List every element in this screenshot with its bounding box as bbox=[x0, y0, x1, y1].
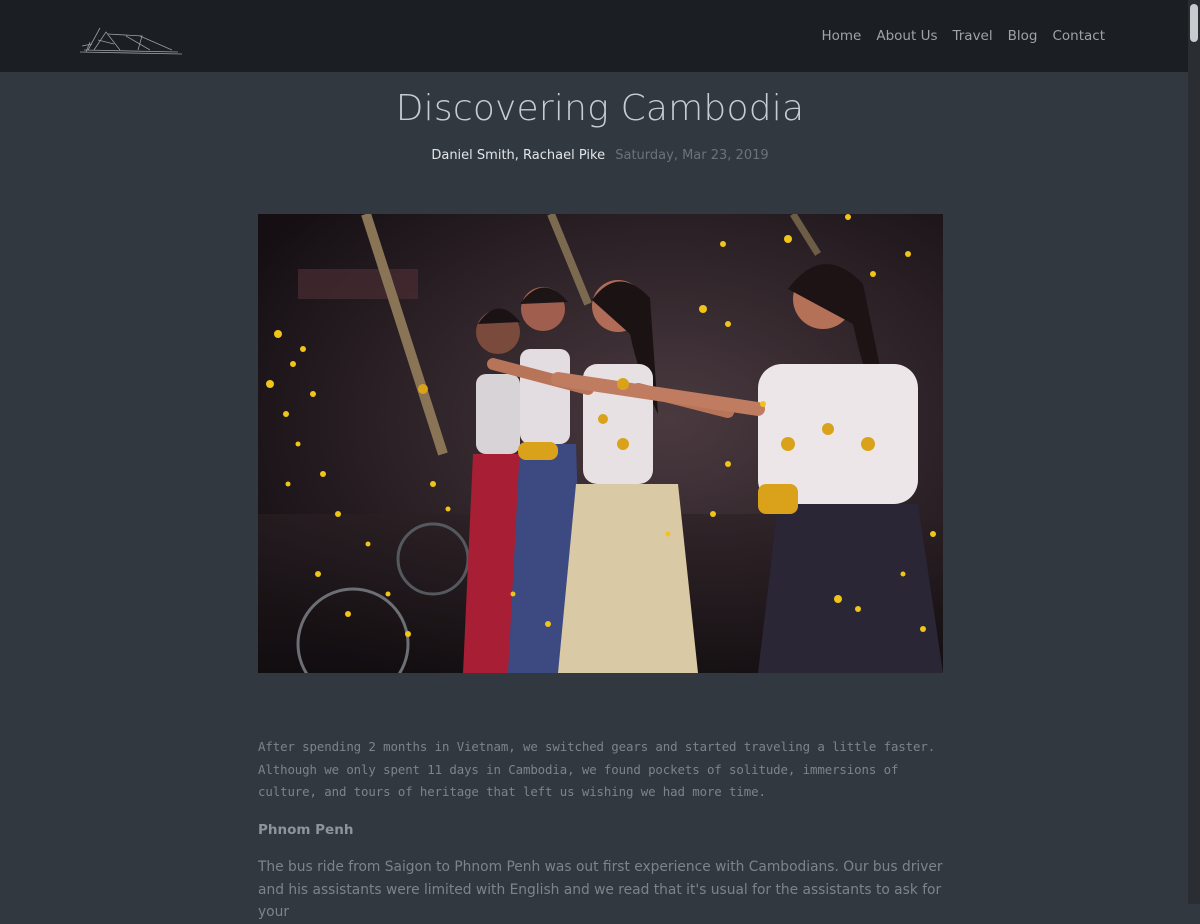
nav-contact-link[interactable]: Contact bbox=[1052, 28, 1105, 44]
main-nav: Home About Us Travel Blog Contact bbox=[821, 28, 1105, 44]
page-scrollbar[interactable] bbox=[1188, 0, 1200, 904]
nav-about-us-link[interactable]: About Us bbox=[876, 28, 937, 44]
boat-sketch-logo[interactable] bbox=[78, 22, 184, 58]
post-date: Saturday, Mar 23, 2019 bbox=[615, 148, 769, 163]
nav-blog-link[interactable]: Blog bbox=[1008, 28, 1038, 44]
post-authors: Daniel Smith, Rachael Pike bbox=[431, 148, 606, 163]
hero-photo bbox=[258, 214, 943, 673]
nav-home-link[interactable]: Home bbox=[821, 28, 861, 44]
top-navbar: Home About Us Travel Blog Contact bbox=[0, 0, 1200, 72]
article-body: After spending 2 months in Vietnam, we s… bbox=[258, 736, 943, 924]
dancers-illustration bbox=[258, 214, 943, 673]
scrollbar-thumb[interactable] bbox=[1190, 4, 1198, 42]
nav-travel-link[interactable]: Travel bbox=[952, 28, 992, 44]
post-title: Discovering Cambodia bbox=[395, 88, 805, 129]
section-heading: Phnom Penh bbox=[258, 821, 354, 838]
intro-paragraph: After spending 2 months in Vietnam, we s… bbox=[258, 739, 936, 799]
post-byline: Daniel Smith, Rachael Pike Saturday, Mar… bbox=[0, 148, 1200, 163]
section-paragraph: The bus ride from Saigon to Phnom Penh w… bbox=[258, 859, 943, 920]
